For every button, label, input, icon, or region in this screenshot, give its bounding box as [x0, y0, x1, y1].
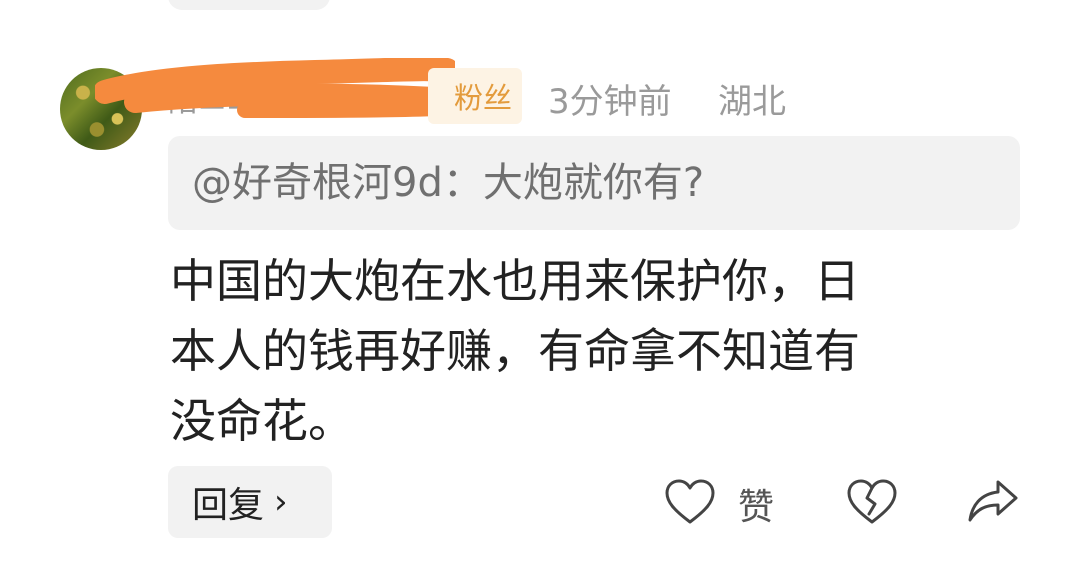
comment-page: 陪▬▬▬瞭▬▬同 粉丝 3分钟前 湖北 @好奇根河9d：大炮就你有? 中国的大炮…	[0, 0, 1080, 563]
redaction-scribble	[95, 58, 455, 118]
share-arrow-icon[interactable]	[966, 476, 1020, 526]
like-label[interactable]: 赞	[738, 478, 774, 530]
comment-line: 没命花。	[170, 394, 354, 448]
reply-label: 回复	[192, 485, 265, 526]
previous-reply-button[interactable]	[168, 0, 330, 10]
comment-line: 本人的钱再好赚，有命拿不知道有	[170, 324, 860, 378]
reply-button[interactable]: 回复 ›	[168, 466, 332, 538]
comment-region: 湖北	[718, 82, 786, 122]
comment-body: 中国的大炮在水也用来保护你，日 本人的钱再好赚，有命拿不知道有 没命花。	[170, 246, 1000, 456]
comment-time: 3分钟前	[548, 82, 672, 122]
heart-outline-icon[interactable]	[664, 478, 716, 526]
comment-line: 中国的大炮在水也用来保护你，日	[170, 254, 860, 308]
fan-badge: 粉丝	[428, 68, 522, 124]
chevron-right-icon: ›	[274, 482, 288, 522]
quoted-reply[interactable]: @好奇根河9d：大炮就你有?	[168, 136, 1020, 230]
broken-heart-icon[interactable]	[846, 478, 898, 526]
